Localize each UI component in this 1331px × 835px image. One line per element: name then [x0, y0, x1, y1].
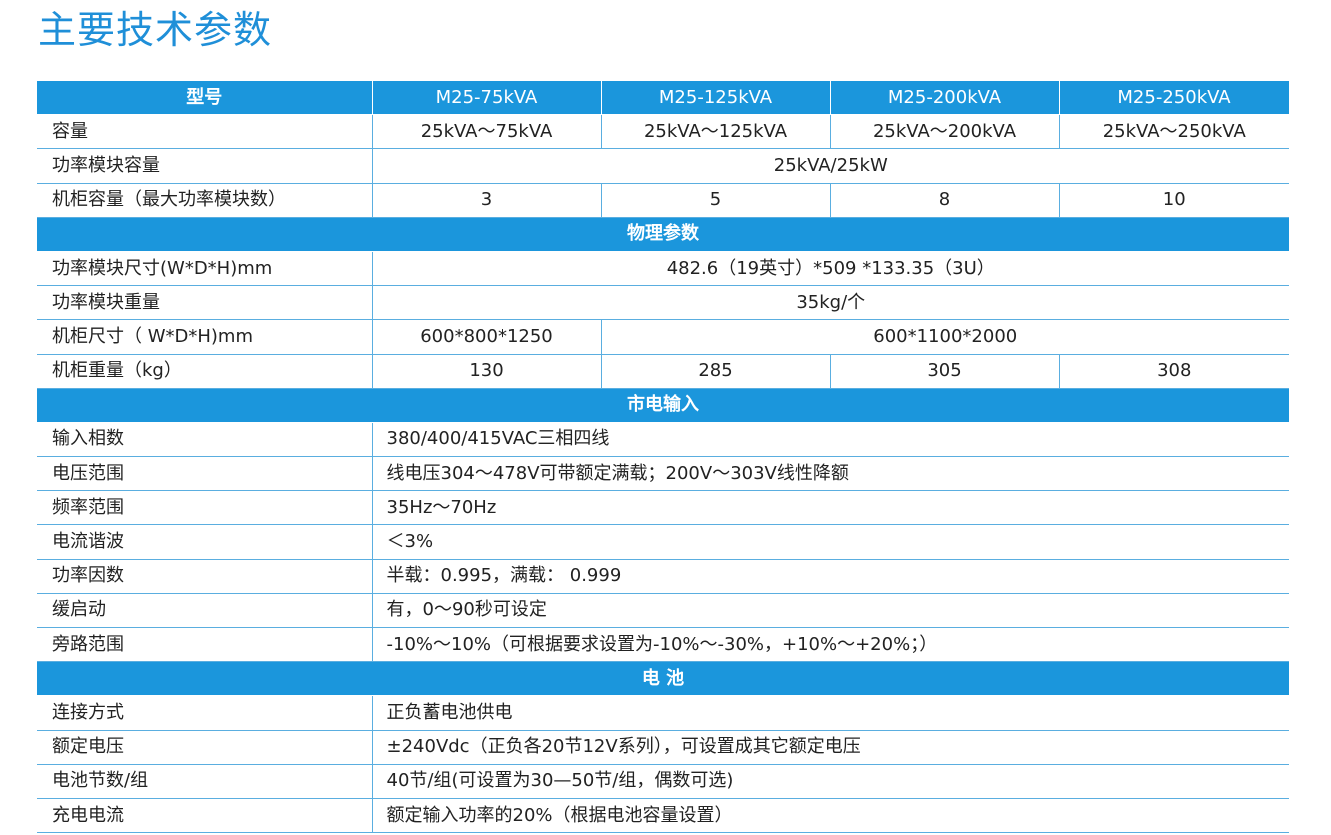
cell-value: 35Hz～70Hz — [372, 490, 1289, 526]
cell-value: 3 — [372, 183, 602, 218]
table-row: 缓启动 有，0～90秒可设定 — [37, 593, 1289, 629]
table-header-row: 型号 M25-75kVA M25-125kVA M25-200kVA M25-2… — [37, 81, 1290, 116]
cell-value: 正负蓄电池供电 — [372, 695, 1289, 731]
row-label: 额定电压 — [37, 730, 373, 765]
model-header-cell: M25-75kVA — [372, 81, 602, 116]
cell-value: 380/400/415VAC三相四线 — [372, 422, 1289, 458]
model-header-cell: M25-125kVA — [601, 81, 831, 116]
row-label: 电流谐波 — [37, 524, 373, 560]
cell-value: 35kg/个 — [372, 285, 1289, 321]
table-row: 充电电流 额定输入功率的20%（根据电池容量设置） — [37, 798, 1289, 834]
table-row: 功率模块重量 35kg/个 — [37, 285, 1289, 321]
table-row: 输入相数 380/400/415VAC三相四线 — [37, 422, 1289, 458]
section-header-mains: 市电输入 — [37, 388, 1289, 423]
cell-value: 600*1100*2000 — [601, 319, 1289, 355]
model-header-cell: M25-250kVA — [1059, 81, 1290, 116]
row-label: 功率模块重量 — [37, 285, 373, 321]
table-row: 电流谐波 ＜3% — [37, 524, 1289, 560]
row-label: 功率因数 — [37, 559, 373, 594]
cell-value: 308 — [1059, 354, 1289, 389]
cell-value: 额定输入功率的20%（根据电池容量设置） — [372, 798, 1289, 834]
table-row: 频率范围 35Hz～70Hz — [37, 490, 1289, 526]
cell-value: 25kVA～75kVA — [372, 114, 602, 150]
cell-value: 8 — [830, 183, 1060, 218]
cell-value: 40节/组(可设置为30—50节/组，偶数可选) — [372, 764, 1289, 799]
table-row: 容量 25kVA～75kVA 25kVA～125kVA 25kVA～200kVA… — [37, 114, 1289, 150]
page-title: 主要技术参数 — [38, 8, 273, 52]
row-label: 容量 — [37, 114, 373, 150]
table-row: 电池节数/组 40节/组(可设置为30—50节/组，偶数可选) — [37, 764, 1289, 799]
table-row: 机柜尺寸（ W*D*H)mm 600*800*1250 600*1100*200… — [37, 319, 1289, 355]
section-title: 电 池 — [37, 661, 1289, 697]
row-label: 缓启动 — [37, 593, 373, 629]
section-header-battery: 电 池 — [37, 661, 1289, 697]
cell-value: 10 — [1059, 183, 1289, 218]
cell-value: 130 — [372, 354, 602, 389]
cell-value: 线电压304～478V可带额定满载；200V～303V线性降额 — [372, 456, 1289, 492]
section-title: 物理参数 — [37, 217, 1289, 252]
table-row: 额定电压 ±240Vdc（正负各20节12V系列），可设置成其它额定电压 — [37, 730, 1289, 765]
cell-value: 25kVA/25kW — [372, 148, 1289, 184]
row-label: 机柜容量（最大功率模块数） — [37, 183, 373, 218]
table-row: 机柜容量（最大功率模块数） 3 5 8 10 — [37, 183, 1289, 218]
row-label: 输入相数 — [37, 422, 373, 458]
row-label: 频率范围 — [37, 490, 373, 526]
cell-value: 482.6（19英寸）*509 *133.35（3U） — [372, 251, 1289, 287]
spec-table: 型号 M25-75kVA M25-125kVA M25-200kVA M25-2… — [37, 81, 1290, 834]
cell-value: ＜3% — [372, 524, 1289, 560]
cell-value: 5 — [601, 183, 831, 218]
row-label: 连接方式 — [37, 695, 373, 731]
table-row: 连接方式 正负蓄电池供电 — [37, 695, 1289, 731]
cell-value: ±240Vdc（正负各20节12V系列），可设置成其它额定电压 — [372, 730, 1289, 765]
cell-value: 600*800*1250 — [372, 319, 602, 355]
cell-value: 半载：0.995，满载： 0.999 — [372, 559, 1289, 594]
row-label: 功率模块容量 — [37, 148, 373, 184]
row-label: 功率模块尺寸(W*D*H)mm — [37, 251, 373, 287]
cell-value: 25kVA～200kVA — [830, 114, 1060, 150]
table-row: 电压范围 线电压304～478V可带额定满载；200V～303V线性降额 — [37, 456, 1289, 492]
section-title: 市电输入 — [37, 388, 1289, 423]
cell-value: 25kVA～250kVA — [1059, 114, 1289, 150]
table-row: 旁路范围 -10%～10%（可根据要求设置为-10%～-30%，+10%～+20… — [37, 627, 1289, 663]
table-row: 机柜重量（kg） 130 285 305 308 — [37, 354, 1289, 389]
cell-value: 有，0～90秒可设定 — [372, 593, 1289, 629]
row-label: 充电电流 — [37, 798, 373, 834]
cell-value: 305 — [830, 354, 1060, 389]
section-header-physical: 物理参数 — [37, 217, 1289, 252]
row-label: 旁路范围 — [37, 627, 373, 663]
cell-value: -10%～10%（可根据要求设置为-10%～-30%，+10%～+20%；） — [372, 627, 1289, 663]
cell-value: 285 — [601, 354, 831, 389]
model-header-cell: M25-200kVA — [830, 81, 1060, 116]
model-label-cell: 型号 — [37, 81, 373, 116]
row-label: 机柜尺寸（ W*D*H)mm — [37, 319, 373, 355]
row-label: 电池节数/组 — [37, 764, 373, 799]
table-row: 功率因数 半载：0.995，满载： 0.999 — [37, 559, 1289, 594]
row-label: 机柜重量（kg） — [37, 354, 373, 389]
row-label: 电压范围 — [37, 456, 373, 492]
cell-value: 25kVA～125kVA — [601, 114, 831, 150]
table-row: 功率模块容量 25kVA/25kW — [37, 148, 1289, 184]
table-row: 功率模块尺寸(W*D*H)mm 482.6（19英寸）*509 *133.35（… — [37, 251, 1289, 287]
